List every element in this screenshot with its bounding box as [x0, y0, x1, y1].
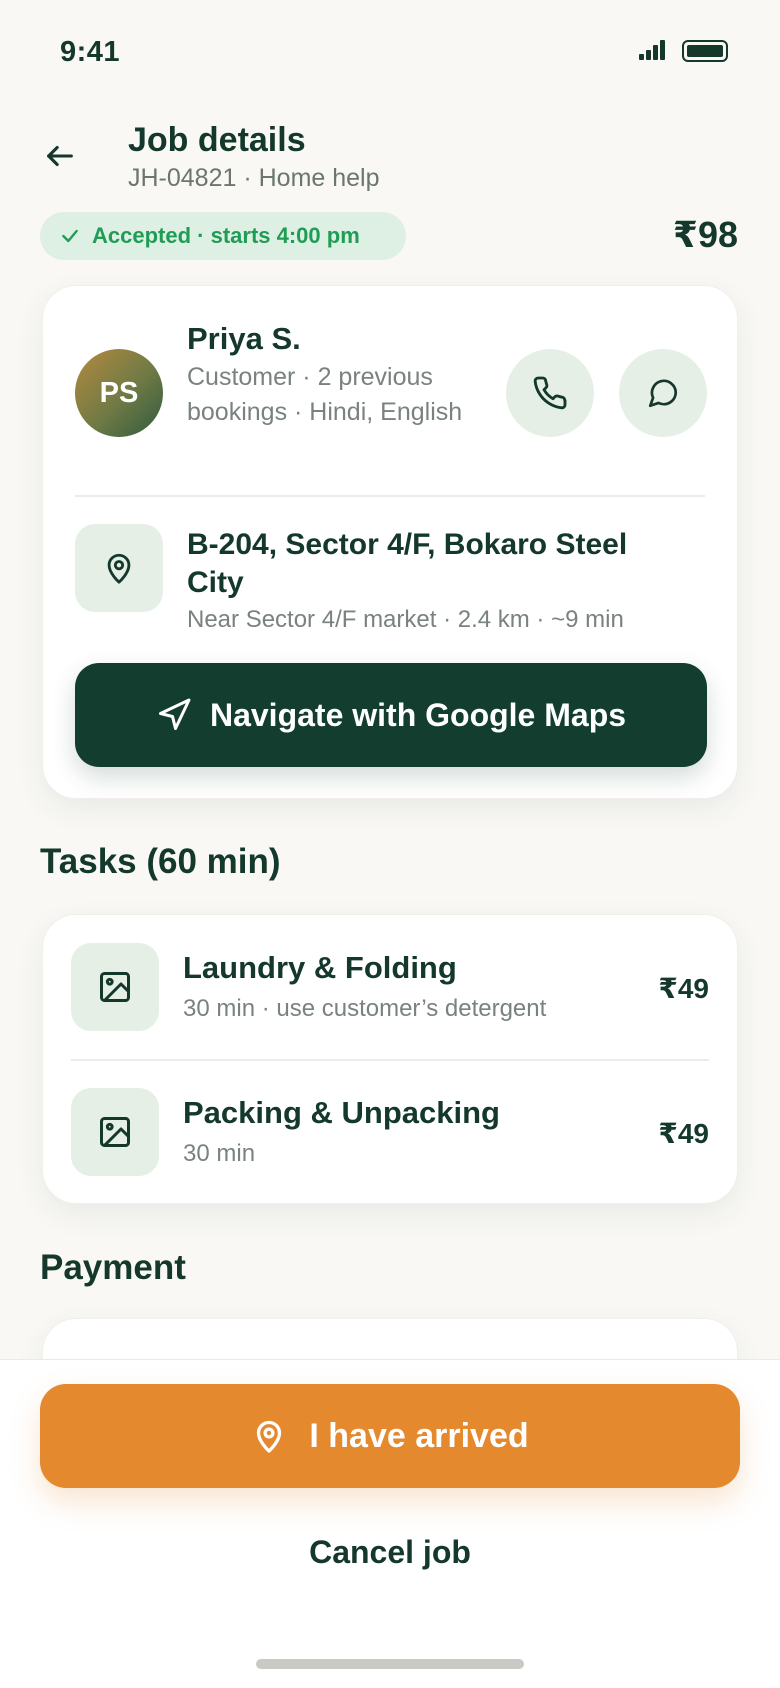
task-thumbnail — [71, 943, 159, 1031]
home-indicator — [256, 1659, 524, 1669]
job-id-subtitle: JH-04821 · Home help — [128, 164, 380, 192]
arrived-button[interactable]: I have arrived — [40, 1384, 740, 1488]
job-details-screen: 9:41 Job details JH-04821 · Home help Ac… — [0, 0, 780, 1688]
navigation-arrow-icon — [158, 698, 191, 730]
tasks-heading: Tasks (60 min) — [40, 842, 281, 881]
task-row[interactable]: Packing & Unpacking 30 min ₹49 — [43, 1060, 737, 1205]
cancel-job-button[interactable]: Cancel job — [240, 1520, 540, 1584]
customer-name: Priya S. — [187, 321, 301, 356]
total-price: ₹98 — [672, 214, 738, 255]
status-time: 9:41 — [60, 36, 121, 68]
task-meta: 30 min · use customer’s detergent — [183, 995, 547, 1022]
task-name: Packing & Unpacking — [183, 1095, 500, 1130]
arrow-left-icon — [47, 145, 73, 167]
location-icon-box — [75, 524, 163, 612]
check-icon — [62, 229, 78, 243]
avatar-initials: PS — [99, 376, 139, 409]
image-icon — [100, 1117, 130, 1147]
task-name: Laundry & Folding — [183, 950, 457, 985]
battery-icon — [682, 40, 728, 62]
address-line: B-204, Sector 4/F, Bokaro Steel City — [187, 528, 628, 599]
chat-bubble-icon — [648, 379, 678, 408]
back-button[interactable] — [38, 134, 82, 178]
task-price: ₹49 — [658, 973, 709, 1004]
address-detail: Near Sector 4/F market · 2.4 km · ~9 min — [187, 606, 624, 633]
page-title: Job details — [128, 121, 306, 159]
call-button[interactable] — [506, 349, 594, 437]
signal-icon — [639, 40, 667, 60]
map-pin-icon — [257, 1420, 282, 1453]
customer-card: PS Priya S. Customer · 2 previous bookin… — [42, 285, 738, 799]
navigate-google-maps-button[interactable]: Navigate with Google Maps — [75, 663, 707, 767]
card-divider — [75, 495, 705, 497]
status-bar: 9:41 — [0, 0, 780, 100]
task-thumbnail — [71, 1088, 159, 1176]
phone-icon — [533, 376, 567, 410]
avatar: PS — [75, 349, 163, 437]
status-badge: Accepted · starts 4:00 pm — [40, 212, 406, 260]
task-price: ₹49 — [658, 1118, 709, 1149]
map-pin-icon — [107, 553, 131, 584]
customer-meta: Customer · 2 previous bookings · Hindi, … — [187, 363, 463, 426]
navigate-label: Navigate with Google Maps — [209, 696, 627, 733]
task-meta: 30 min — [183, 1140, 256, 1167]
payment-heading: Payment — [40, 1248, 186, 1287]
tasks-card: Laundry & Folding 30 min · use customer’… — [42, 914, 738, 1204]
task-row[interactable]: Laundry & Folding 30 min · use customer’… — [43, 915, 737, 1060]
bottom-action-bar: I have arrived Cancel job — [0, 1359, 780, 1688]
arrived-label: I have arrived — [309, 1416, 529, 1455]
status-text: Accepted · starts 4:00 pm — [92, 223, 360, 248]
image-icon — [100, 972, 130, 1002]
chat-button[interactable] — [619, 349, 707, 437]
